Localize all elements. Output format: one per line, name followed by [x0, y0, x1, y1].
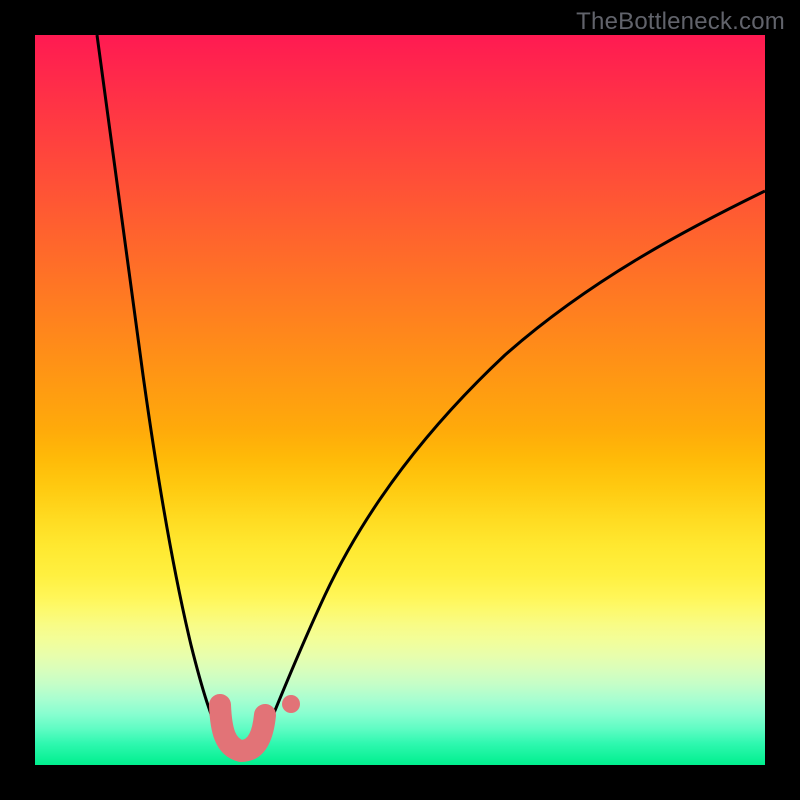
curve-right-branch — [257, 191, 765, 753]
pink-u-marker-icon — [220, 705, 265, 751]
plot-area — [35, 35, 765, 765]
pink-dot-marker-icon — [282, 695, 300, 713]
chart-frame: TheBottleneck.com — [0, 0, 800, 800]
curves-svg — [35, 35, 765, 765]
watermark-text: TheBottleneck.com — [576, 8, 785, 36]
curve-left-branch — [97, 35, 227, 753]
